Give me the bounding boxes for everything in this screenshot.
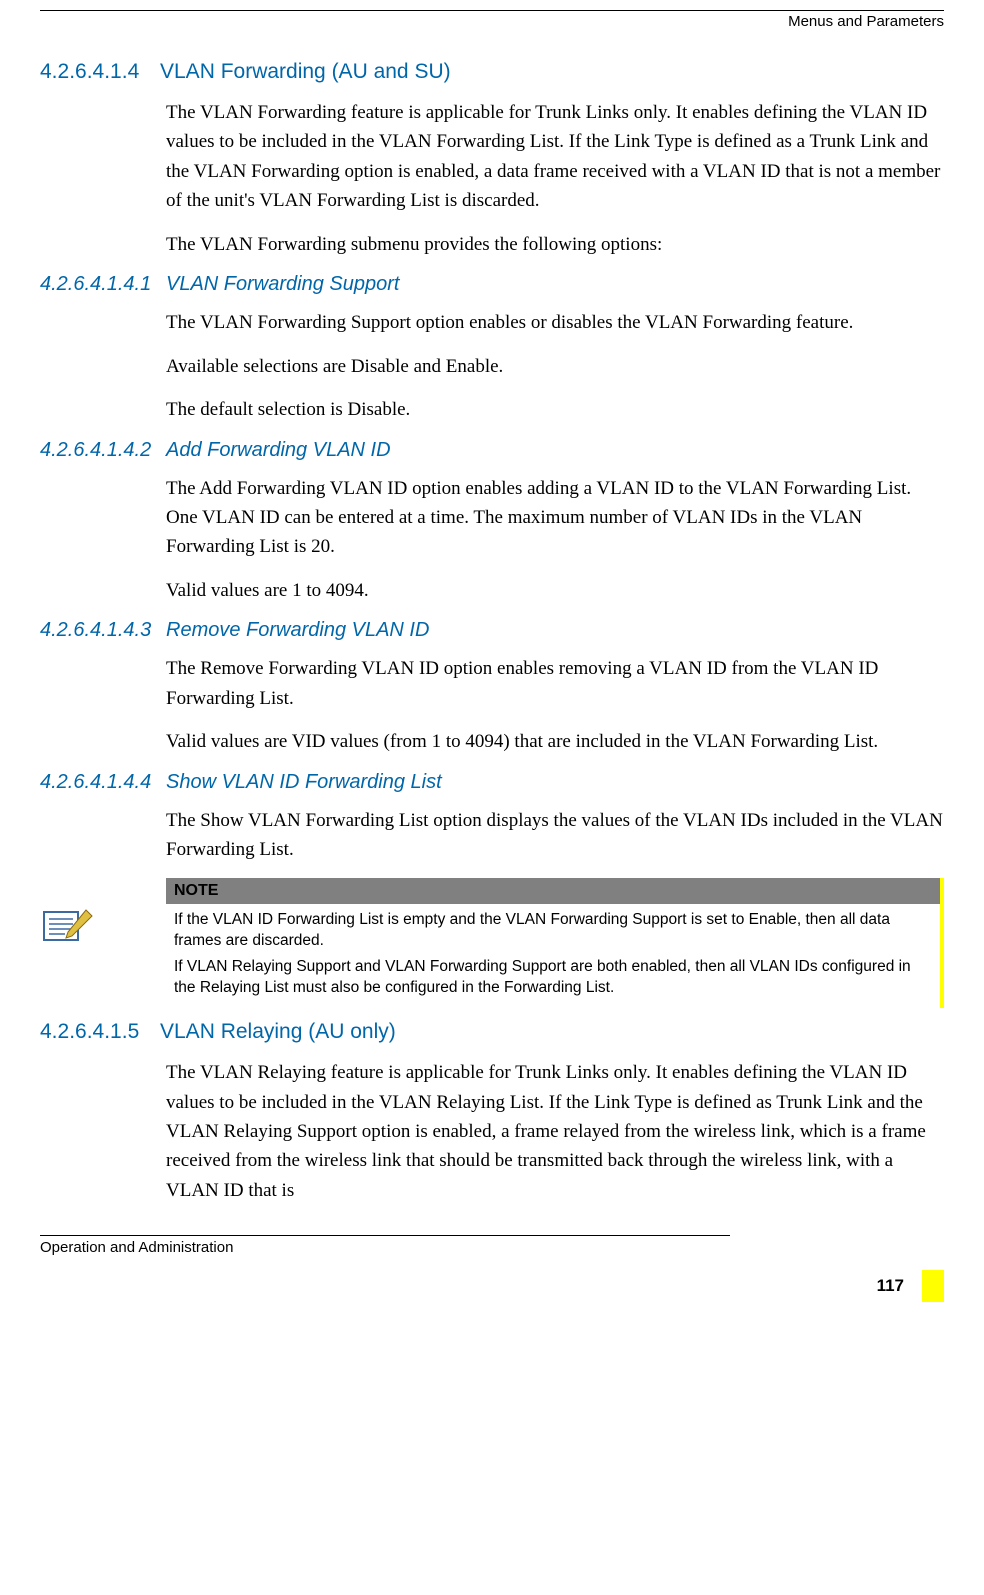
body-paragraph: The VLAN Forwarding feature is applicabl… xyxy=(166,98,944,216)
body-paragraph: The default selection is Disable. xyxy=(166,395,944,424)
body-paragraph: The Add Forwarding VLAN ID option enable… xyxy=(166,474,944,562)
body-paragraph: The Remove Forwarding VLAN ID option ena… xyxy=(166,654,944,713)
body-paragraph: The VLAN Forwarding submenu provides the… xyxy=(166,230,944,259)
body-paragraph: The VLAN Relaying feature is applicable … xyxy=(166,1058,944,1205)
note-para: If the VLAN ID Forwarding List is empty … xyxy=(174,910,932,952)
note-para: If VLAN Relaying Support and VLAN Forwar… xyxy=(174,957,932,999)
page-number: 117 xyxy=(877,1270,922,1302)
heading-number: 4.2.6.4.1.4.4 xyxy=(40,771,166,794)
heading-number: 4.2.6.4.1.4.2 xyxy=(40,439,166,462)
page-footer: Operation and Administration 117 xyxy=(0,1235,984,1302)
body-paragraph: Valid values are 1 to 4094. xyxy=(166,576,944,605)
heading-title: VLAN Relaying (AU only) xyxy=(160,1020,396,1044)
heading-title: Show VLAN ID Forwarding List xyxy=(166,771,442,794)
section-heading: 4.2.6.4.1.5VLAN Relaying (AU only) xyxy=(40,1020,944,1044)
note-icon-column xyxy=(40,878,166,953)
heading-title: Remove Forwarding VLAN ID xyxy=(166,619,429,642)
note-pencil-icon xyxy=(40,935,94,952)
heading-title: VLAN Forwarding Support xyxy=(166,273,399,296)
page-header: Menus and Parameters xyxy=(40,10,944,30)
body-paragraph: Valid values are VID values (from 1 to 4… xyxy=(166,727,944,756)
header-right-text: Menus and Parameters xyxy=(788,13,944,30)
page-tab-marker xyxy=(922,1270,944,1302)
section-heading: 4.2.6.4.1.4VLAN Forwarding (AU and SU) xyxy=(40,60,944,84)
heading-title: VLAN Forwarding (AU and SU) xyxy=(160,60,451,84)
heading-number: 4.2.6.4.1.4.1 xyxy=(40,273,166,296)
footer-left-text: Operation and Administration xyxy=(40,1236,944,1256)
body-paragraph: The VLAN Forwarding Support option enabl… xyxy=(166,308,944,337)
body-paragraph: The Show VLAN Forwarding List option dis… xyxy=(166,806,944,865)
heading-title: Add Forwarding VLAN ID xyxy=(166,439,391,462)
heading-number: 4.2.6.4.1.4.3 xyxy=(40,619,166,642)
note-body: If the VLAN ID Forwarding List is empty … xyxy=(166,904,940,1008)
body-paragraph: Available selections are Disable and Ena… xyxy=(166,352,944,381)
heading-number: 4.2.6.4.1.4 xyxy=(40,60,160,84)
note-heading: NOTE xyxy=(166,878,940,904)
subsection-heading: 4.2.6.4.1.4.3Remove Forwarding VLAN ID xyxy=(40,619,944,642)
subsection-heading: 4.2.6.4.1.4.4Show VLAN ID Forwarding Lis… xyxy=(40,771,944,794)
subsection-heading: 4.2.6.4.1.4.2Add Forwarding VLAN ID xyxy=(40,439,944,462)
subsection-heading: 4.2.6.4.1.4.1VLAN Forwarding Support xyxy=(40,273,944,296)
note-block: NOTE If the VLAN ID Forwarding List is e… xyxy=(40,878,944,1008)
heading-number: 4.2.6.4.1.5 xyxy=(40,1020,160,1044)
